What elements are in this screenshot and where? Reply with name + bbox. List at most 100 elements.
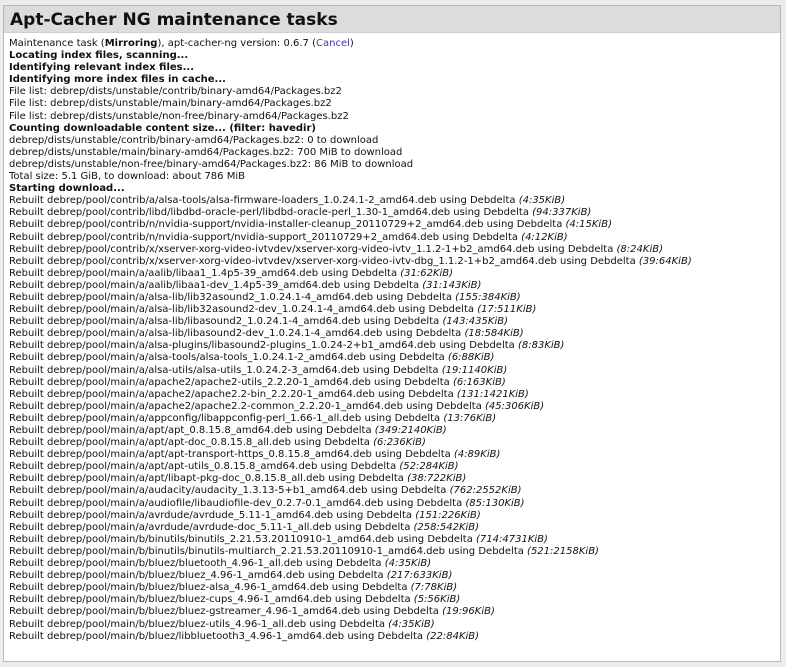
- rebuilt-prefix: Rebuilt: [9, 618, 47, 630]
- rebuilt-line: Rebuilt debrep/pool/contrib/a/alsa-tools…: [9, 195, 780, 207]
- delta-stat: (85:130KiB): [465, 497, 525, 509]
- rebuilt-suffix: using Debdelta: [333, 509, 416, 521]
- page-title: Apt-Cacher NG maintenance tasks: [10, 10, 338, 30]
- delta-stat: (17:511KiB): [477, 304, 537, 316]
- rebuilt-prefix: Rebuilt: [9, 340, 47, 352]
- rebuilt-line: Rebuilt debrep/pool/main/a/aalib/libaa1_…: [9, 268, 780, 280]
- rebuilt-prefix: Rebuilt: [9, 291, 47, 303]
- rebuilt-prefix: Rebuilt: [9, 545, 47, 557]
- rebuilt-suffix: using Debdelta: [359, 606, 443, 618]
- delta-stat: (762:2552KiB): [449, 485, 522, 497]
- package-path: debrep/pool/main/a/alsa-tools/alsa-tools…: [47, 352, 366, 364]
- delta-stat: (4:89KiB): [453, 449, 501, 461]
- delta-stat: (6:163KiB): [452, 376, 506, 388]
- rebuilt-prefix: Rebuilt: [9, 582, 47, 594]
- counting-label: Counting downloadable content size... (f…: [9, 122, 316, 134]
- rebuilt-line: Rebuilt debrep/pool/main/a/apt/apt-doc_0…: [9, 437, 780, 449]
- starting-label: Starting download...: [9, 183, 125, 195]
- rebuilt-line: Rebuilt debrep/pool/main/b/bluez/bluez-c…: [9, 594, 780, 606]
- rebuilt-prefix: Rebuilt: [9, 255, 47, 267]
- package-path: debrep/pool/main/a/apache2/apache2.2-bin…: [47, 388, 375, 400]
- rebuilt-prefix: Rebuilt: [9, 606, 47, 618]
- rebuilt-line: Rebuilt debrep/pool/main/a/alsa-plugins/…: [9, 340, 780, 352]
- package-path: debrep/pool/main/b/binutils/binutils_2.2…: [47, 533, 394, 545]
- rebuilt-suffix: using Debdelta: [370, 376, 453, 388]
- rebuilt-suffix: using Debdelta: [361, 412, 444, 424]
- rebuilt-line: Rebuilt debrep/pool/main/a/audacity/auda…: [9, 485, 780, 497]
- rebuilt-prefix: Rebuilt: [9, 195, 47, 207]
- rebuilt-prefix: Rebuilt: [9, 449, 47, 461]
- package-path: debrep/pool/main/b/bluez/libbluetooth3_4…: [47, 630, 345, 642]
- rebuilt-line: Rebuilt debrep/pool/main/a/audiofile/lib…: [9, 498, 780, 510]
- rebuilt-suffix: using Debdelta: [302, 558, 385, 570]
- rebuilt-line: Rebuilt debrep/pool/main/a/apache2/apach…: [9, 377, 780, 389]
- package-path: debrep/pool/main/b/bluez/bluetooth_4.96-…: [47, 558, 303, 570]
- package-path: debrep/pool/main/b/bluez/bluez-alsa_4.96…: [47, 582, 329, 594]
- rebuilt-prefix: Rebuilt: [9, 328, 47, 340]
- rebuilt-prefix: Rebuilt: [9, 509, 47, 521]
- rebuilt-line: Rebuilt debrep/pool/contrib/x/xserver-xo…: [9, 244, 780, 256]
- delta-stat: (8:24KiB): [616, 243, 663, 255]
- rebuilt-line: Rebuilt debrep/pool/main/a/avrdude/avrdu…: [9, 510, 780, 522]
- delta-stat: (45:306KiB): [485, 400, 545, 412]
- delta-stat: (19:96KiB): [442, 606, 495, 618]
- package-path: debrep/pool/main/a/apache2/apache2-utils…: [47, 376, 371, 388]
- rebuilt-prefix: Rebuilt: [9, 473, 47, 485]
- rebuilt-line: Rebuilt debrep/pool/main/b/bluez/bluez-g…: [9, 606, 780, 618]
- package-path: debrep/pool/main/b/bluez/bluez_4.96-1_am…: [47, 570, 305, 582]
- task-header-close: ): [349, 38, 354, 49]
- delta-stat: (7:78KiB): [410, 582, 458, 594]
- rebuilt-line: Rebuilt debrep/pool/main/a/alsa-utils/al…: [9, 365, 780, 377]
- delta-stat: (4:15KiB): [565, 219, 612, 231]
- rebuilt-line: Rebuilt debrep/pool/contrib/n/nvidia-sup…: [9, 219, 780, 231]
- package-path: debrep/pool/main/a/alsa-lib/lib32asound2…: [47, 291, 374, 303]
- rebuilt-line: Rebuilt debrep/pool/main/b/bluez/libblue…: [9, 631, 780, 643]
- rebuilt-suffix: using Debdelta: [331, 521, 414, 533]
- rebuilt-prefix: Rebuilt: [9, 267, 47, 279]
- rebuilt-line: Rebuilt debrep/pool/main/a/alsa-lib/lib3…: [9, 304, 780, 316]
- delta-stat: (521:2158KiB): [527, 545, 599, 557]
- delta-stat: (4:35KiB): [518, 195, 566, 207]
- rebuilt-prefix: Rebuilt: [9, 425, 47, 436]
- cancel-link[interactable]: Cancel: [316, 38, 350, 49]
- delta-stat: (6:236KiB): [373, 437, 426, 449]
- delta-stat: (4:35KiB): [384, 558, 432, 570]
- rebuilt-prefix: Rebuilt: [9, 352, 47, 364]
- rebuilt-line: Rebuilt debrep/pool/contrib/n/nvidia-sup…: [9, 232, 780, 244]
- rebuilt-line: Rebuilt debrep/pool/main/a/avrdude/avrdu…: [9, 522, 780, 534]
- delta-stat: (8:83KiB): [517, 340, 565, 352]
- rebuilt-suffix: using Debdelta: [436, 195, 519, 207]
- delta-stat: (6:88KiB): [447, 352, 495, 364]
- rebuilt-suffix: using Debdelta: [290, 437, 374, 449]
- rebuilt-line: Rebuilt debrep/pool/contrib/x/xserver-xo…: [9, 256, 771, 268]
- rebuilt-prefix: Rebuilt: [9, 400, 47, 412]
- rebuilt-prefix: Rebuilt: [9, 630, 47, 642]
- delta-stat: (13:76KiB): [443, 412, 497, 424]
- package-path: debrep/pool/main/b/binutils/binutils-mul…: [47, 545, 445, 557]
- package-path: debrep/pool/main/a/audiofile/libaudiofil…: [47, 497, 384, 509]
- rebuilt-suffix: using Debdelta: [450, 207, 533, 219]
- rebuilt-line: Rebuilt debrep/pool/main/a/appconfig/lib…: [9, 413, 780, 425]
- rebuilt-prefix: Rebuilt: [9, 243, 47, 255]
- rebuilt-line: Rebuilt debrep/pool/main/b/binutils/binu…: [9, 546, 780, 558]
- rebuilt-line: Rebuilt debrep/pool/main/a/alsa-lib/liba…: [9, 328, 780, 340]
- rebuilt-line: Rebuilt debrep/pool/main/a/apt/libapt-pk…: [9, 473, 780, 485]
- rebuilt-prefix: Rebuilt: [9, 558, 47, 570]
- rebuilt-suffix: using Debdelta: [331, 594, 414, 606]
- package-path: debrep/pool/main/a/aalib/libaa1_1.4p5-39…: [47, 267, 319, 279]
- rebuilt-suffix: using Debdelta: [318, 267, 401, 279]
- rebuilt-prefix: Rebuilt: [9, 485, 47, 497]
- rebuilt-line: Rebuilt debrep/pool/main/a/apache2/apach…: [9, 389, 780, 401]
- rebuilt-line: Rebuilt debrep/pool/main/a/apt/apt-utils…: [9, 461, 780, 473]
- rebuilt-prefix: Rebuilt: [9, 376, 47, 388]
- package-path: debrep/pool/contrib/n/nvidia-support/nvi…: [47, 231, 440, 243]
- rebuilt-line: Rebuilt debrep/pool/main/a/apt/apt-trans…: [9, 449, 780, 461]
- delta-stat: (143:435KiB): [442, 316, 508, 328]
- package-path: debrep/pool/main/a/alsa-utils/alsa-utils…: [47, 364, 360, 376]
- delta-stat: (31:143KiB): [422, 279, 482, 291]
- rebuilt-prefix: Rebuilt: [9, 412, 47, 424]
- package-path: debrep/pool/main/a/audacity/audacity_1.3…: [47, 485, 368, 497]
- rebuilt-suffix: using Debdelta: [439, 231, 522, 243]
- rebuilt-prefix: Rebuilt: [9, 304, 47, 316]
- task-header: Maintenance task (Mirroring), apt-cacher…: [9, 38, 780, 50]
